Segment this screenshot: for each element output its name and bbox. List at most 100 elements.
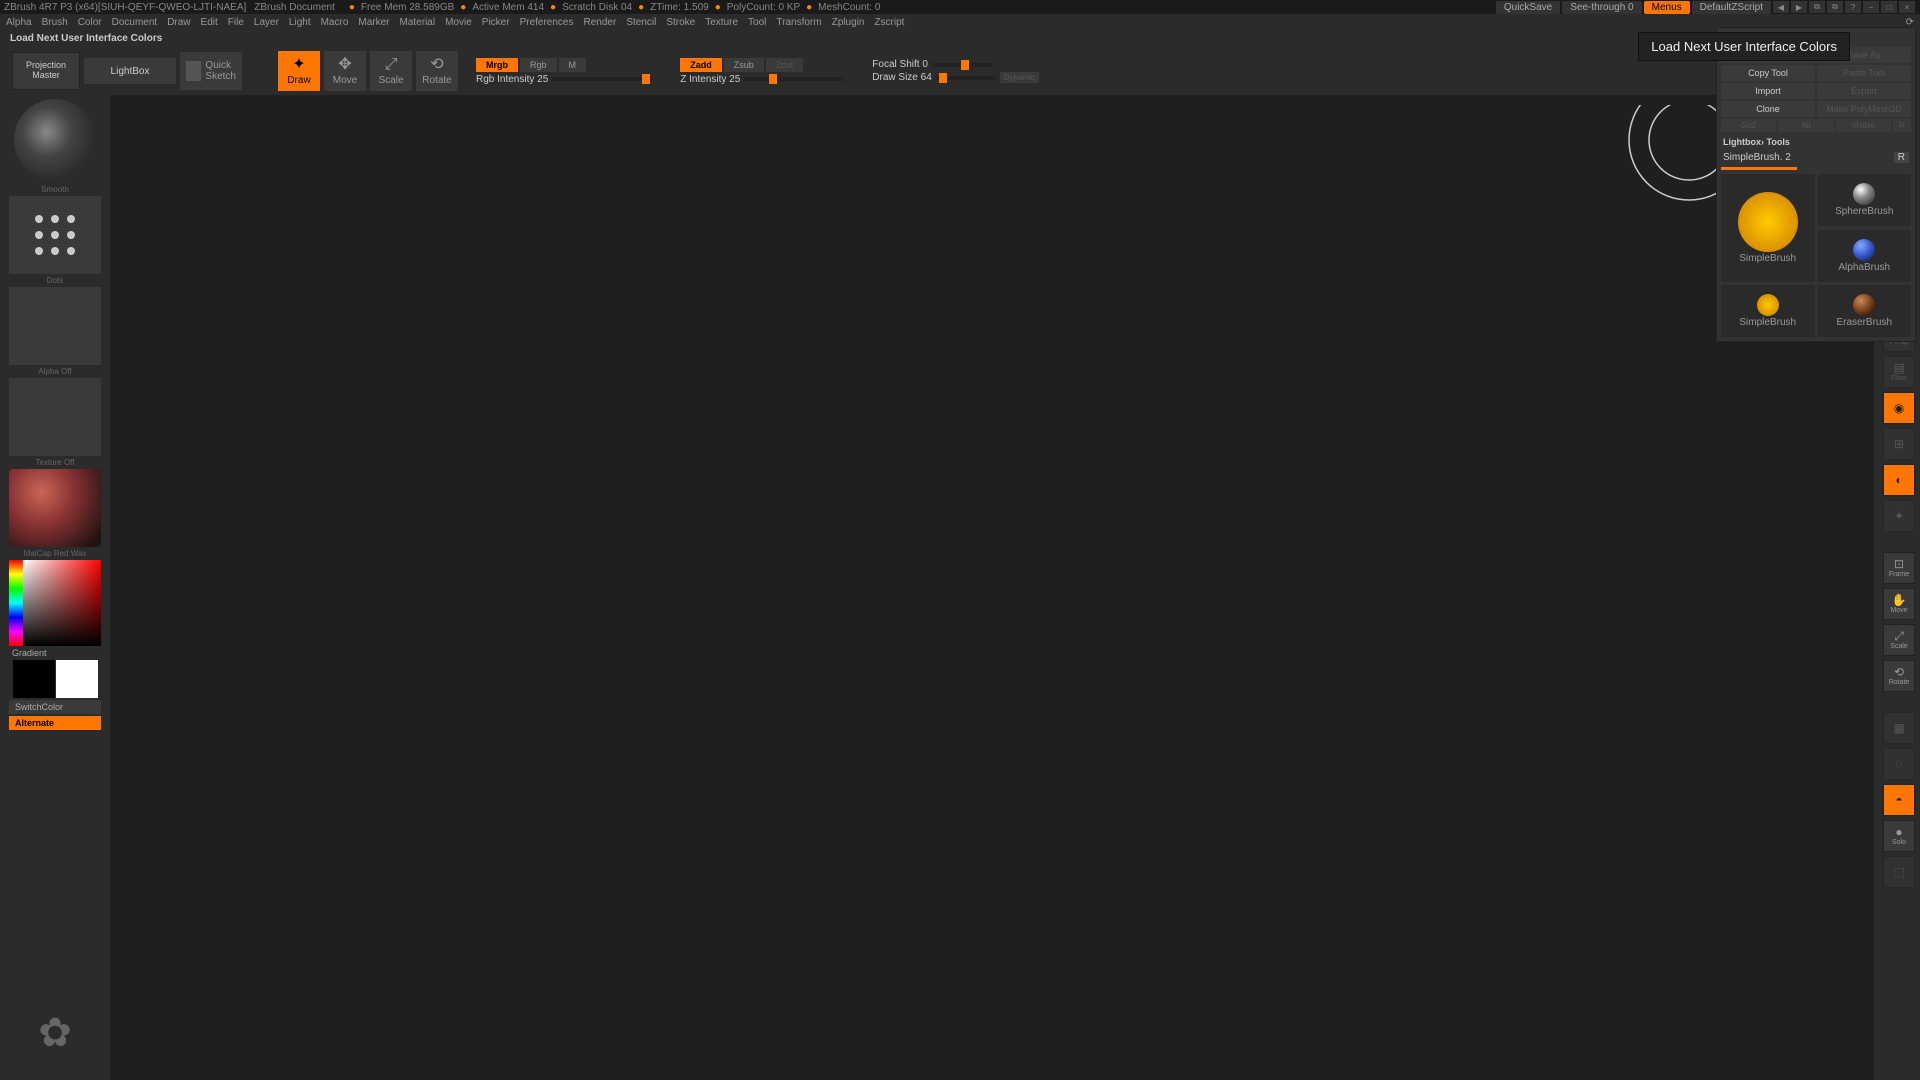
menu-draw[interactable]: Draw bbox=[167, 17, 190, 28]
clone-button[interactable]: Clone bbox=[1721, 101, 1815, 117]
menu-tool[interactable]: Tool bbox=[748, 17, 766, 28]
draw-mode-button[interactable]: ✦Draw bbox=[278, 51, 320, 91]
menu-material[interactable]: Material bbox=[400, 17, 436, 28]
zsub-button[interactable]: Zsub bbox=[724, 58, 764, 72]
lconst-button[interactable]: ⊞ bbox=[1883, 428, 1915, 460]
menu-texture[interactable]: Texture bbox=[705, 17, 738, 28]
menu-transform[interactable]: Transform bbox=[776, 17, 821, 28]
menu-brush[interactable]: Brush bbox=[42, 17, 68, 28]
menu-light[interactable]: Light bbox=[289, 17, 311, 28]
copytool-button[interactable]: Copy Tool bbox=[1721, 65, 1815, 81]
menu-picker[interactable]: Picker bbox=[482, 17, 510, 28]
menu-movie[interactable]: Movie bbox=[445, 17, 472, 28]
mrgb-button[interactable]: Mrgb bbox=[476, 58, 518, 72]
tool-alphabrush[interactable]: AlphaBrush bbox=[1818, 230, 1912, 282]
transp-button[interactable]: ◌ bbox=[1883, 748, 1915, 780]
spin-button[interactable]: ◐ bbox=[1883, 464, 1915, 496]
menu-stencil[interactable]: Stencil bbox=[626, 17, 656, 28]
help-button[interactable]: ? bbox=[1845, 1, 1861, 13]
z-intensity-slider[interactable] bbox=[744, 77, 844, 81]
menu-file[interactable]: File bbox=[228, 17, 244, 28]
menu-zplugin[interactable]: Zplugin bbox=[832, 17, 865, 28]
menu-zscript[interactable]: Zscript bbox=[874, 17, 904, 28]
menu-document[interactable]: Document bbox=[112, 17, 158, 28]
tool-simplebrush-2[interactable]: SimpleBrush bbox=[1721, 285, 1815, 337]
zcut-button[interactable]: Zcut bbox=[766, 58, 804, 72]
floor-button[interactable]: ▤Floor bbox=[1883, 356, 1915, 388]
dock-right-button[interactable]: ⧉ bbox=[1827, 1, 1843, 13]
tool-eraserbrush[interactable]: EraserBrush bbox=[1818, 285, 1912, 337]
export-button[interactable]: Export bbox=[1817, 83, 1911, 99]
alternate-button[interactable]: Alternate bbox=[9, 716, 101, 730]
minimize-button[interactable]: − bbox=[1863, 1, 1879, 13]
rgb-intensity-slider[interactable] bbox=[552, 77, 652, 81]
alpha-selector[interactable] bbox=[9, 287, 101, 365]
saturation-area[interactable] bbox=[23, 560, 101, 646]
nav-move-button[interactable]: ✋Move bbox=[1883, 588, 1915, 620]
ghost-button[interactable]: ◓ bbox=[1883, 784, 1915, 816]
quicksave-button[interactable]: QuickSave bbox=[1496, 1, 1560, 14]
tool-simplebrush[interactable]: SimpleBrush bbox=[1721, 174, 1815, 282]
goz-visible-button[interactable]: Visible bbox=[1836, 119, 1891, 132]
switchcolor-button[interactable]: SwitchColor bbox=[9, 700, 101, 714]
m-button[interactable]: M bbox=[559, 58, 587, 72]
material-selector[interactable] bbox=[9, 469, 101, 547]
makepolymesh-button[interactable]: Make PolyMesh3D bbox=[1817, 101, 1911, 117]
canvas[interactable] bbox=[110, 95, 1874, 1080]
scale-mode-button[interactable]: ⤢Scale bbox=[370, 51, 412, 91]
import-button[interactable]: Import bbox=[1721, 83, 1815, 99]
r-badge[interactable]: R bbox=[1894, 152, 1909, 163]
hue-strip[interactable] bbox=[9, 560, 23, 646]
goz-all-button[interactable]: All bbox=[1778, 119, 1833, 132]
defaultscript-button[interactable]: DefaultZScript bbox=[1692, 1, 1771, 14]
menu-color[interactable]: Color bbox=[78, 17, 102, 28]
dock-left-button[interactable]: ⧉ bbox=[1809, 1, 1825, 13]
seethrough-button[interactable]: See-through 0 bbox=[1562, 1, 1641, 14]
quicksketch-button[interactable]: Quick Sketch bbox=[180, 52, 242, 90]
close-button[interactable]: × bbox=[1899, 1, 1915, 13]
zadd-button[interactable]: Zadd bbox=[680, 58, 722, 72]
xpose-button[interactable]: ⬚ bbox=[1883, 856, 1915, 888]
menu-edit[interactable]: Edit bbox=[201, 17, 218, 28]
polyf-button[interactable]: ▦ bbox=[1883, 712, 1915, 744]
menu-marker[interactable]: Marker bbox=[358, 17, 389, 28]
lightbox-tools-header[interactable]: Lightbox› Tools bbox=[1721, 134, 1911, 150]
projection-master-button[interactable]: Projection Master bbox=[12, 52, 80, 90]
solo-button[interactable]: ●Solo bbox=[1883, 820, 1915, 852]
local-button[interactable]: ◉ bbox=[1883, 392, 1915, 424]
simplebrush-icon bbox=[1738, 192, 1798, 252]
xyz-button[interactable]: ✦ bbox=[1883, 500, 1915, 532]
nav-rotate-button[interactable]: ⟲Rotate bbox=[1883, 660, 1915, 692]
maximize-button[interactable]: □ bbox=[1881, 1, 1897, 13]
menu-layer[interactable]: Layer bbox=[254, 17, 279, 28]
texture-selector[interactable] bbox=[9, 378, 101, 456]
goz-button[interactable]: GoZ bbox=[1721, 119, 1776, 132]
tool-spherebrush[interactable]: SphereBrush bbox=[1818, 174, 1912, 226]
focal-shift-slider[interactable] bbox=[932, 63, 992, 67]
move-mode-button[interactable]: ✥Move bbox=[324, 51, 366, 91]
nav-scale-button[interactable]: ⤢Scale bbox=[1883, 624, 1915, 656]
next-ui-button[interactable]: ▶ bbox=[1791, 1, 1807, 13]
goz-r-button[interactable]: R bbox=[1893, 119, 1911, 132]
rotate-mode-button[interactable]: ⟲Rotate bbox=[416, 51, 458, 91]
dynamic-button[interactable]: Dynamic bbox=[1000, 72, 1039, 83]
menus-button[interactable]: Menus bbox=[1644, 1, 1690, 14]
menu-alpha[interactable]: Alpha bbox=[6, 17, 32, 28]
frame-button[interactable]: ⊡Frame bbox=[1883, 552, 1915, 584]
prev-ui-button[interactable]: ◀ bbox=[1773, 1, 1789, 13]
rgb-button[interactable]: Rgb bbox=[520, 58, 557, 72]
swatch-white[interactable] bbox=[56, 660, 98, 698]
quicksketch-icon bbox=[186, 61, 201, 81]
menu-preferences[interactable]: Preferences bbox=[520, 17, 574, 28]
menu-render[interactable]: Render bbox=[584, 17, 617, 28]
stroke-selector[interactable] bbox=[9, 196, 101, 274]
lightbox-button[interactable]: LightBox bbox=[84, 58, 176, 84]
brush-preview[interactable] bbox=[14, 99, 96, 181]
swatch-black[interactable] bbox=[13, 660, 55, 698]
gradient-button[interactable]: Gradient bbox=[12, 648, 47, 658]
menu-macro[interactable]: Macro bbox=[321, 17, 349, 28]
color-picker[interactable] bbox=[9, 560, 101, 646]
draw-size-slider[interactable] bbox=[936, 76, 996, 80]
pastetool-button[interactable]: Paste Tool bbox=[1817, 65, 1911, 81]
menu-stroke[interactable]: Stroke bbox=[666, 17, 695, 28]
